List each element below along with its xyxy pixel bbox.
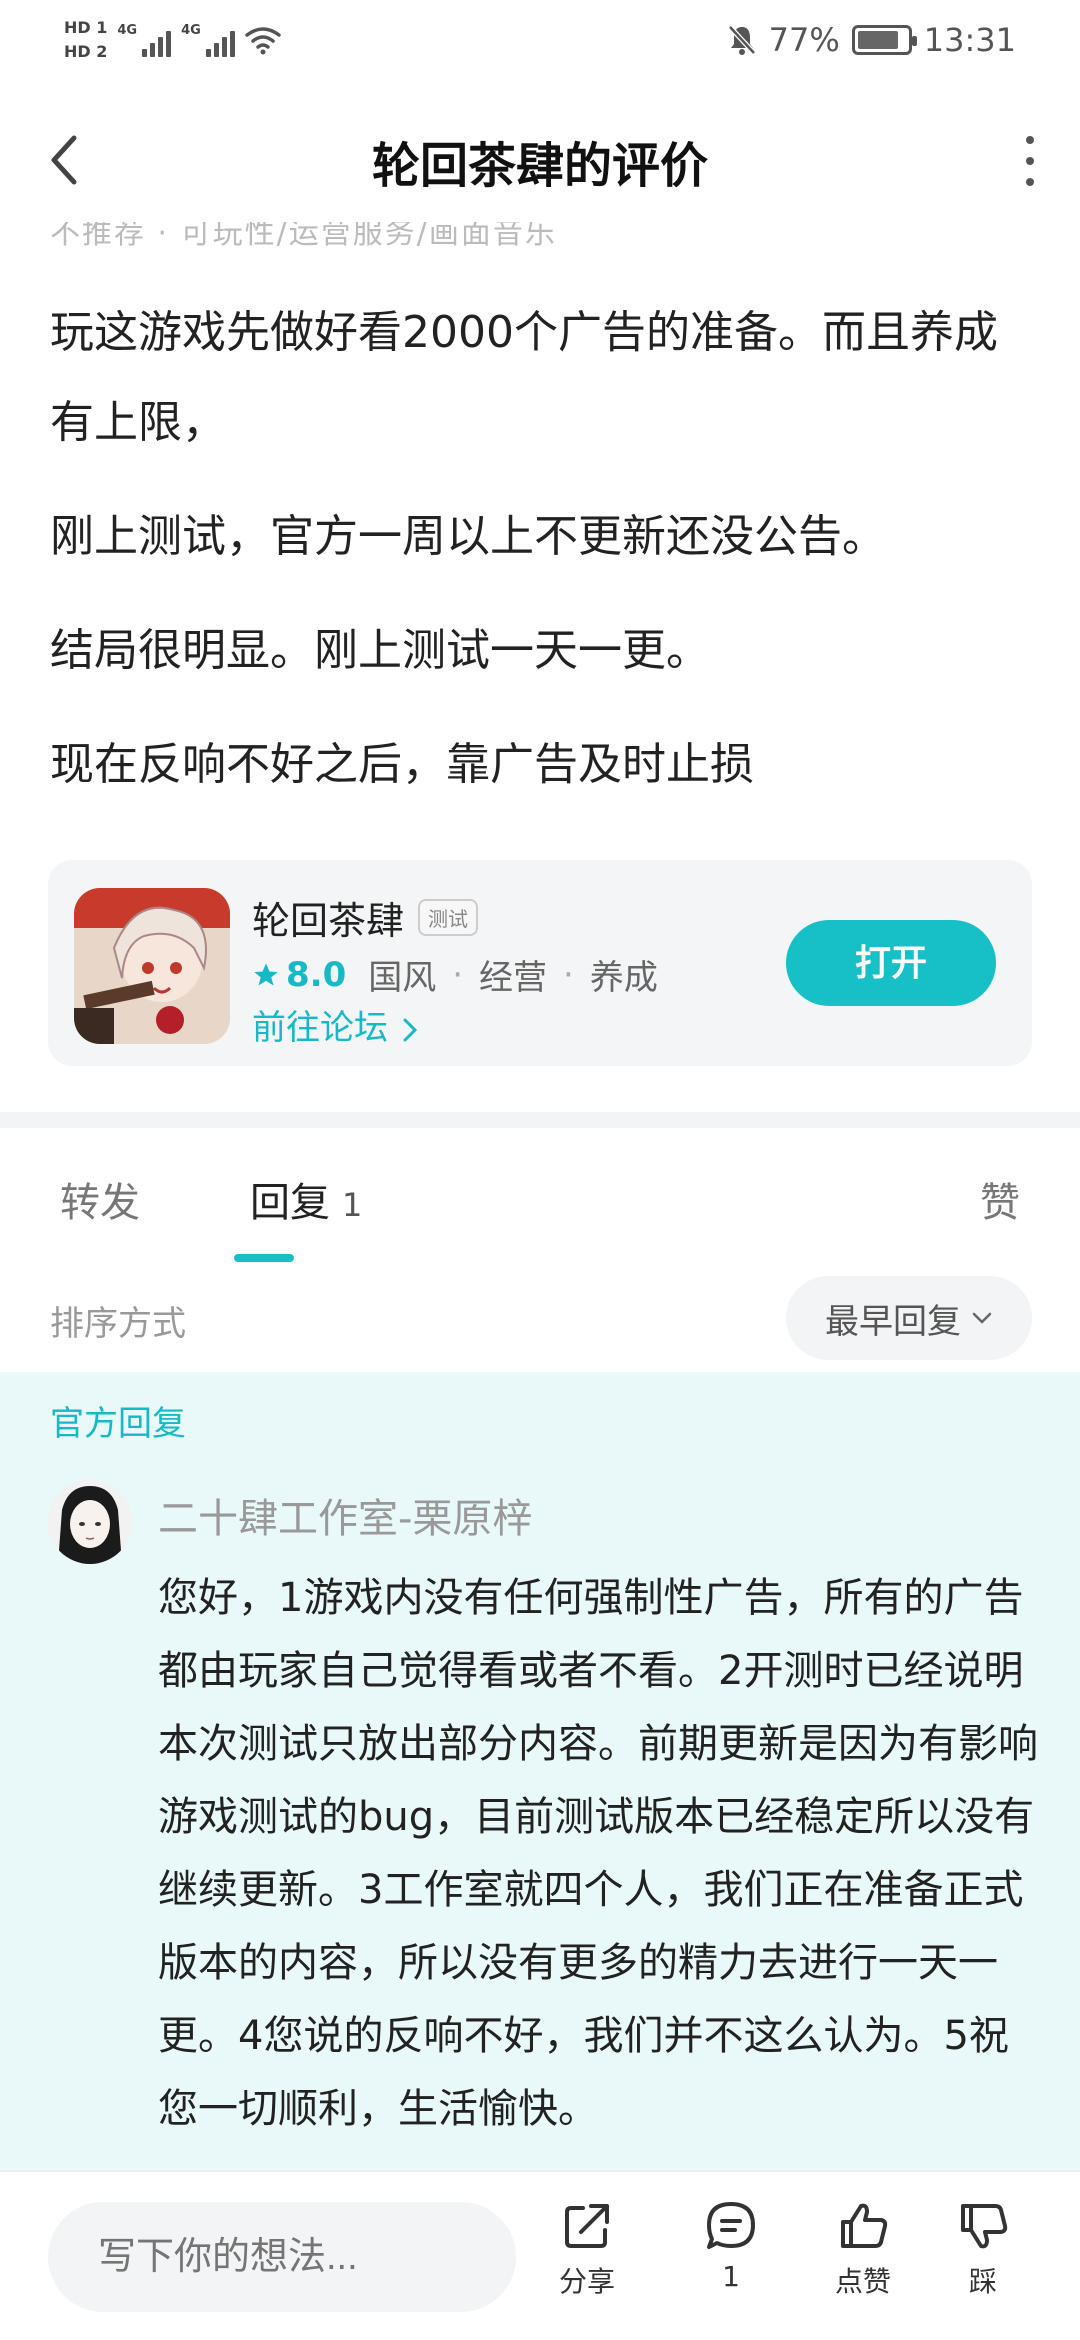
game-score: 8.0	[252, 955, 346, 995]
hd-indicators: HD 1 HD 2	[64, 18, 107, 62]
page-title: 轮回茶肆的评价	[371, 138, 708, 194]
genre-tag: 养成	[589, 958, 658, 998]
comment-icon	[707, 2202, 755, 2249]
wifi-icon	[245, 27, 281, 55]
tab-reply-count: 1	[342, 1186, 363, 1224]
reply-author[interactable]: 二十肆工作室-栗原梓	[158, 1486, 532, 1544]
open-game-button[interactable]: 打开	[786, 920, 996, 1006]
like-label: 点赞	[834, 2265, 891, 2298]
forum-link-label: 前往论坛	[252, 1008, 388, 1048]
review-rating-row: 不推荐 · 可玩性/运营服务/画面音乐	[50, 222, 750, 252]
mute-bell-icon	[727, 25, 756, 55]
dislike-label: 踩	[968, 2265, 997, 2298]
comment-count: 1	[722, 2260, 740, 2293]
official-reply: 官方回复 二十肆工作室-栗原梓 您好，1游戏内没有任何强制性广告，所有的广告都由…	[0, 1372, 1080, 2172]
game-icon[interactable]	[74, 888, 230, 1044]
tab-indicator	[234, 1254, 294, 1262]
reply-text: 您好，1游戏内没有任何强制性广告，所有的广告都由玩家自己觉得看或者不看。2开测时…	[158, 1575, 1038, 2132]
dislike-button[interactable]: 踩	[928, 2198, 1038, 2300]
page-header: 轮回茶肆的评价	[0, 100, 1080, 220]
net1-label: 4G	[117, 23, 138, 38]
chevron-right-icon	[403, 1018, 417, 1041]
review-paragraph: 玩这游戏先做好看2000个广告的准备。而且养成有上限，	[50, 307, 998, 448]
battery-icon	[851, 25, 917, 55]
tab-reply-label: 回复	[250, 1180, 330, 1226]
tab-forward[interactable]: 转发	[60, 1170, 140, 1228]
genre-tag: 国风	[368, 958, 437, 998]
sort-label: 排序方式	[50, 1304, 186, 1344]
forum-link[interactable]: 前往论坛	[252, 1000, 421, 1049]
tab-reply[interactable]: 回复 1	[250, 1170, 362, 1228]
share-icon	[565, 2204, 609, 2248]
avatar[interactable]	[48, 1480, 132, 1564]
bottom-action-bar: 分享 1 点赞 踩	[0, 2170, 1080, 2340]
hd1-label: HD 1	[64, 18, 108, 37]
status-right: 77% 13:31	[727, 8, 1016, 72]
net2-label: 4G	[181, 23, 201, 38]
signal-1-icon: 4G	[117, 23, 172, 57]
battery-percent: 77%	[768, 21, 840, 59]
comment-input[interactable]	[48, 2202, 516, 2312]
sort-dropdown[interactable]: 最早回复	[786, 1276, 1032, 1360]
share-button[interactable]: 分享	[532, 2198, 642, 2300]
thumbs-up-icon	[841, 2203, 888, 2248]
game-meta: 8.0 国风 · 经营 · 养成	[252, 950, 658, 999]
official-reply-label: 官方回复	[50, 1404, 186, 1444]
game-name-row: 轮回茶肆 测试	[252, 890, 479, 945]
share-label: 分享	[558, 2265, 615, 2298]
review-rating-text: 不推荐 · 可玩性/运营服务/画面音乐	[50, 222, 557, 251]
like-button[interactable]: 点赞	[808, 2198, 918, 2300]
star-icon	[254, 962, 278, 985]
thumbs-down-icon	[961, 2204, 1008, 2249]
clock-time: 13:31	[923, 21, 1016, 59]
tab-like[interactable]: 赞	[980, 1170, 1020, 1228]
hd2-label: HD 2	[64, 42, 108, 61]
review-paragraph: 现在反响不好之后，靠广告及时止损	[50, 739, 754, 790]
review-body: 玩这游戏先做好看2000个广告的准备。而且养成有上限， 刚上测试，官方一周以上不…	[50, 288, 1040, 834]
section-divider	[0, 1112, 1080, 1128]
signal-2-icon: 4G	[181, 23, 235, 57]
game-tag: 测试	[418, 899, 479, 936]
chevron-down-icon	[972, 1312, 992, 1324]
comment-button[interactable]: 1	[676, 2198, 786, 2293]
status-left: HD 1 HD 2 4G 4G	[64, 8, 281, 72]
more-vertical-icon[interactable]	[1018, 136, 1042, 186]
sort-value: 最早回复	[825, 1301, 961, 1342]
tab-bar: 转发 回复 1 赞	[0, 1128, 1080, 1268]
status-bar: HD 1 HD 2 4G 4G 77% 13:31	[0, 0, 1080, 80]
game-card[interactable]: 轮回茶肆 测试 8.0 国风 · 经营 · 养成 前往论坛 打开	[48, 860, 1032, 1066]
game-name: 轮回茶肆	[252, 899, 405, 943]
review-paragraph: 刚上测试，官方一周以上不更新还没公告。	[50, 511, 886, 562]
genre-tag: 经营	[479, 958, 548, 998]
score-value: 8.0	[286, 954, 347, 995]
review-paragraph: 结局很明显。刚上测试一天一更。	[50, 625, 710, 676]
